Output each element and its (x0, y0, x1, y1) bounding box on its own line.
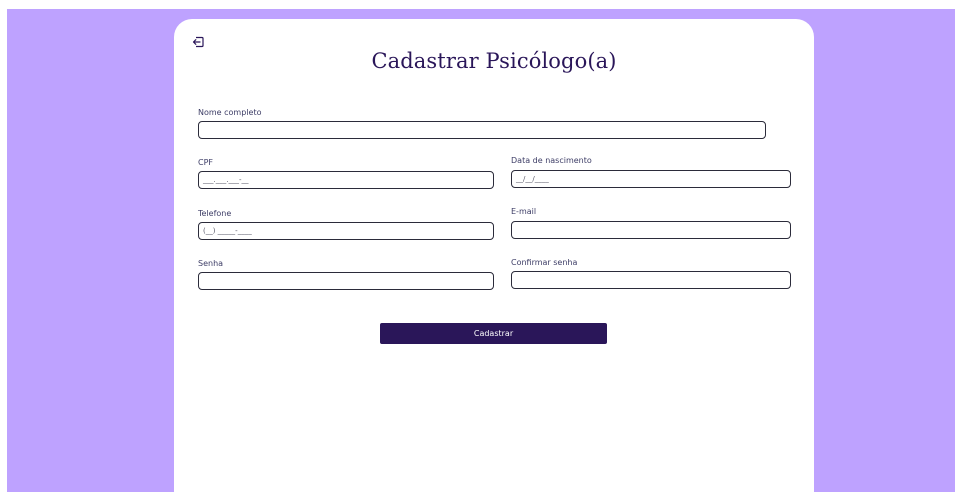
confirmar-senha-label: Confirmar senha (511, 258, 578, 267)
data-nascimento-label: Data de nascimento (511, 156, 592, 165)
email-input[interactable] (511, 221, 791, 239)
cpf-label: CPF (198, 158, 214, 167)
page-background: Cadastrar Psicólogo(a) Nome completo CPF… (7, 9, 955, 492)
telefone-label: Telefone (198, 209, 232, 218)
nome-completo-input[interactable] (198, 121, 766, 139)
email-label: E-mail (511, 207, 537, 216)
cpf-input[interactable]: ___.___.___-__ (198, 171, 494, 189)
back-button[interactable] (191, 35, 205, 49)
senha-label: Senha (198, 259, 224, 268)
data-nascimento-input[interactable]: __/__/____ (511, 170, 791, 188)
confirmar-senha-input[interactable] (511, 271, 791, 289)
cadastrar-button[interactable]: Cadastrar (380, 323, 607, 344)
nome-completo-label: Nome completo (198, 108, 262, 117)
register-card: Cadastrar Psicólogo(a) Nome completo CPF… (174, 19, 814, 492)
senha-input[interactable] (198, 272, 494, 290)
telefone-input[interactable]: (__) _____-____ (198, 222, 494, 240)
page-title: Cadastrar Psicólogo(a) (371, 49, 617, 73)
exit-arrow-icon (192, 36, 204, 48)
